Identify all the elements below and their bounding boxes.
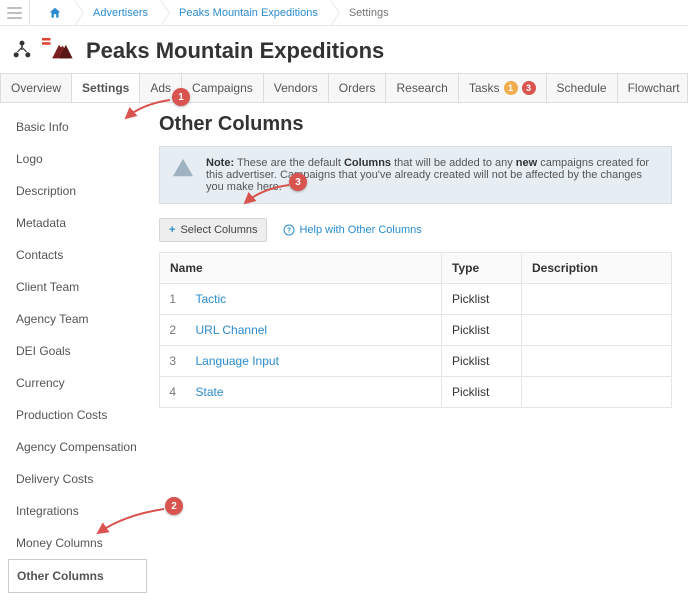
sidebar-item-agency-team[interactable]: Agency Team bbox=[8, 303, 147, 335]
breadcrumb-bar: Advertisers Peaks Mountain Expeditions S… bbox=[0, 0, 688, 26]
row-desc bbox=[522, 284, 672, 315]
breadcrumb-home[interactable] bbox=[30, 0, 75, 25]
tab-overview[interactable]: Overview bbox=[1, 74, 72, 102]
breadcrumb-current: Settings bbox=[331, 0, 402, 25]
sidebar-item-contacts[interactable]: Contacts bbox=[8, 239, 147, 271]
svg-text:?: ? bbox=[287, 228, 291, 235]
hierarchy-icon[interactable] bbox=[12, 39, 32, 62]
th-desc: Description bbox=[522, 253, 672, 284]
content-heading: Other Columns bbox=[159, 113, 672, 136]
row-type: Picklist bbox=[442, 315, 522, 346]
tasks-badge-alert: 3 bbox=[522, 81, 536, 95]
table-row: 2 URL Channel Picklist bbox=[160, 315, 672, 346]
columns-table: Name Type Description 1 Tactic Picklist … bbox=[159, 252, 672, 408]
breadcrumb-entity[interactable]: Peaks Mountain Expeditions bbox=[161, 0, 331, 25]
tab-research[interactable]: Research bbox=[386, 74, 458, 102]
th-type: Type bbox=[442, 253, 522, 284]
sidebar-item-agency-compensation[interactable]: Agency Compensation bbox=[8, 431, 147, 463]
actions-row: + Select Columns ? Help with Other Colum… bbox=[159, 218, 672, 242]
select-columns-button[interactable]: + Select Columns bbox=[159, 218, 267, 242]
tab-settings[interactable]: Settings bbox=[72, 74, 140, 102]
breadcrumb-advertisers[interactable]: Advertisers bbox=[75, 0, 161, 25]
tab-schedule[interactable]: Schedule bbox=[547, 74, 618, 102]
row-desc bbox=[522, 377, 672, 408]
row-desc bbox=[522, 315, 672, 346]
select-columns-label: Select Columns bbox=[180, 224, 257, 236]
tab-vendors[interactable]: Vendors bbox=[264, 74, 329, 102]
help-link[interactable]: ? Help with Other Columns bbox=[283, 224, 421, 236]
row-name-link[interactable]: Tactic bbox=[196, 292, 227, 306]
tab-tasks-label: Tasks bbox=[469, 81, 500, 95]
row-index: 4 bbox=[160, 377, 186, 408]
table-row: 3 Language Input Picklist bbox=[160, 346, 672, 377]
sidebar-item-logo[interactable]: Logo bbox=[8, 143, 147, 175]
page-header: Peaks Mountain Expeditions 1 bbox=[0, 26, 688, 73]
help-link-label: Help with Other Columns bbox=[299, 224, 421, 236]
sidebar-item-description[interactable]: Description bbox=[8, 175, 147, 207]
sidebar-item-dei-goals[interactable]: DEI Goals bbox=[8, 335, 147, 367]
table-row: 4 State Picklist bbox=[160, 377, 672, 408]
sidebar-item-metadata[interactable]: Metadata bbox=[8, 207, 147, 239]
info-notice: Note: These are the default Columns that… bbox=[159, 146, 672, 204]
row-name-link[interactable]: State bbox=[196, 385, 224, 399]
row-name-link[interactable]: URL Channel bbox=[196, 323, 268, 337]
sidebar-item-money-columns[interactable]: Money Columns bbox=[8, 527, 147, 559]
row-index: 2 bbox=[160, 315, 186, 346]
table-row: 1 Tactic Picklist bbox=[160, 284, 672, 315]
row-type: Picklist bbox=[442, 284, 522, 315]
tab-flowchart[interactable]: Flowchart bbox=[618, 74, 688, 102]
help-icon: ? bbox=[283, 224, 295, 236]
tab-tasks[interactable]: Tasks 1 3 bbox=[459, 74, 547, 102]
warning-icon bbox=[172, 157, 194, 179]
th-name: Name bbox=[160, 253, 442, 284]
content-pane: Other Columns Note: These are the defaul… bbox=[155, 103, 688, 601]
sidebar-item-integrations[interactable]: Integrations bbox=[8, 495, 147, 527]
row-name-link[interactable]: Language Input bbox=[196, 354, 279, 368]
row-desc bbox=[522, 346, 672, 377]
page-title: Peaks Mountain Expeditions bbox=[86, 38, 384, 64]
sidebar-item-production-costs[interactable]: Production Costs bbox=[8, 399, 147, 431]
notice-label: Note: bbox=[206, 157, 234, 169]
callout-badge-2: 2 bbox=[165, 497, 183, 515]
sidebar-item-currency[interactable]: Currency bbox=[8, 367, 147, 399]
sidebar-item-delivery-costs[interactable]: Delivery Costs bbox=[8, 463, 147, 495]
plus-icon: + bbox=[169, 224, 175, 236]
row-type: Picklist bbox=[442, 346, 522, 377]
advertiser-logo bbox=[42, 36, 76, 65]
row-type: Picklist bbox=[442, 377, 522, 408]
sidebar-item-other-columns[interactable]: Other Columns bbox=[8, 559, 147, 593]
tab-bar: Overview Settings Ads Campaigns Vendors … bbox=[0, 73, 688, 103]
notice-text: Note: These are the default Columns that… bbox=[206, 157, 659, 193]
sidebar-item-client-team[interactable]: Client Team bbox=[8, 271, 147, 303]
home-icon bbox=[48, 6, 62, 20]
tasks-badge-warn: 1 bbox=[504, 81, 518, 95]
row-index: 3 bbox=[160, 346, 186, 377]
row-index: 1 bbox=[160, 284, 186, 315]
sidebar-item-basic-info[interactable]: Basic Info bbox=[8, 111, 147, 143]
menu-icon[interactable] bbox=[0, 0, 30, 25]
callout-badge-3: 3 bbox=[289, 173, 307, 191]
settings-sidebar: Basic Info Logo Description Metadata Con… bbox=[0, 103, 155, 601]
callout-badge-1: 1 bbox=[172, 88, 190, 106]
tab-orders[interactable]: Orders bbox=[329, 74, 387, 102]
tab-campaigns[interactable]: Campaigns bbox=[182, 74, 264, 102]
